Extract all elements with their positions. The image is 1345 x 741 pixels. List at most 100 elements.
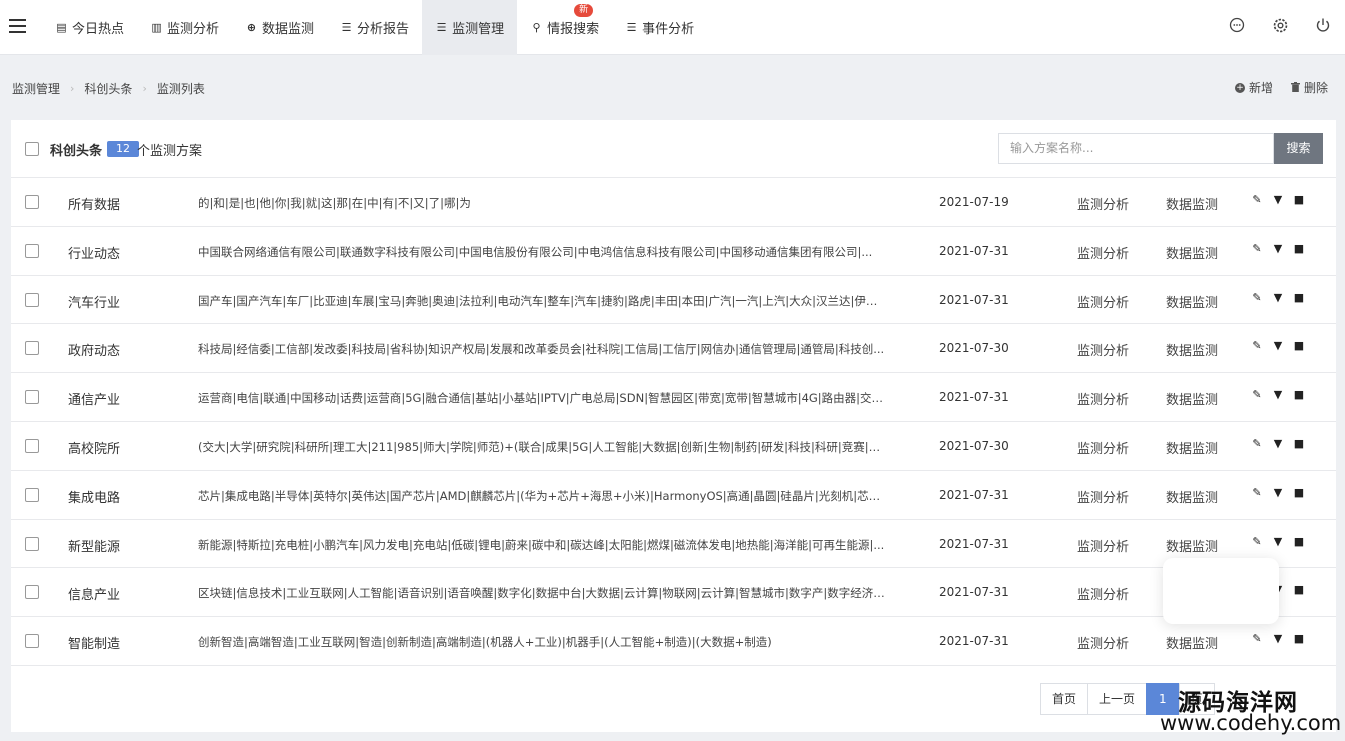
table-row: 高校院所 (交大|大学|研究院|科研所|理工大|211|985|师大|学院|师范)… [11, 422, 1336, 471]
row-checkbox[interactable] [25, 634, 39, 649]
edit-icon[interactable]: ✎ [1251, 632, 1263, 646]
trash-icon[interactable]: ■ [1293, 632, 1305, 646]
table-row: 集成电路 芯片|集成电路|半导体|英特尔|英伟达|国产芯片|AMD|麒麟芯片|(华… [11, 471, 1336, 520]
plan-date: 2021-07-30 [939, 341, 1009, 356]
delete-button[interactable]: 删除 [1290, 79, 1328, 96]
prev-page-button[interactable]: 上一页 [1087, 683, 1148, 715]
data-monitor-link[interactable]: 数据监测 [1166, 487, 1218, 506]
filter-icon[interactable]: ▼ [1272, 193, 1284, 207]
edit-icon[interactable]: ✎ [1251, 437, 1263, 451]
trash-icon[interactable]: ■ [1293, 193, 1305, 207]
data-monitor-link[interactable]: 数据监测 [1166, 633, 1218, 652]
data-monitor-link[interactable]: 数据监测 [1166, 292, 1218, 311]
plan-name: 行业动态 [68, 246, 121, 262]
nav-item-label: 分析报告 [357, 22, 410, 37]
nav-item-label: 监测管理 [452, 22, 505, 37]
monitor-analysis-link[interactable]: 监测分析 [1077, 292, 1129, 311]
nav-item[interactable]: ▥ 监测分析 [137, 0, 232, 55]
trash-icon[interactable]: ■ [1293, 291, 1305, 305]
nav-item[interactable]: ▤ 今日热点 [42, 0, 137, 55]
nav-item[interactable]: ⊕ 数据监测 [232, 0, 327, 55]
data-monitor-link[interactable]: 数据监测 [1166, 340, 1218, 359]
monitor-analysis-link[interactable]: 监测分析 [1077, 340, 1129, 359]
message-icon[interactable] [1227, 15, 1247, 35]
row-checkbox[interactable] [25, 487, 39, 502]
filter-icon[interactable]: ▼ [1272, 437, 1284, 451]
filter-icon[interactable]: ▼ [1272, 486, 1284, 500]
trash-icon[interactable]: ■ [1293, 242, 1305, 256]
edit-icon[interactable]: ✎ [1251, 339, 1263, 353]
monitor-list-panel: 科创头条 12 个监测方案 输入方案名称... 搜索 所有数据 的|和|是|也|他… [11, 120, 1336, 732]
trash-icon[interactable]: ■ [1293, 339, 1305, 353]
plan-keywords: 新能源|特斯拉|充电桩|小鹏汽车|风力发电|充电站|低碳|锂电|蔚来|碳中和|碳… [198, 537, 885, 552]
row-checkbox[interactable] [25, 243, 39, 258]
breadcrumb-item[interactable]: 科创头条 [84, 80, 132, 97]
data-monitor-link[interactable]: 数据监测 [1166, 243, 1218, 262]
first-page-button[interactable]: 首页 [1040, 683, 1089, 715]
search-input[interactable]: 输入方案名称... [998, 133, 1274, 164]
monitor-analysis-link[interactable]: 监测分析 [1077, 194, 1129, 213]
row-checkbox[interactable] [25, 341, 39, 356]
plan-name: 所有数据 [68, 198, 121, 213]
monitor-analysis-link[interactable]: 监测分析 [1077, 584, 1129, 603]
monitor-analysis-link[interactable]: 监测分析 [1077, 389, 1129, 408]
plan-date: 2021-07-31 [939, 243, 1009, 258]
edit-icon[interactable]: ✎ [1251, 486, 1263, 500]
add-button-label: 新增 [1248, 81, 1273, 95]
row-checkbox[interactable] [25, 536, 39, 551]
filter-icon[interactable]: ▼ [1272, 388, 1284, 402]
filter-icon[interactable]: ▼ [1272, 242, 1284, 256]
row-checkbox[interactable] [25, 292, 39, 307]
row-checkbox[interactable] [25, 195, 39, 209]
plan-keywords: 芯片|集成电路|半导体|英特尔|英伟达|国产芯片|AMD|麒麟芯片|(华为+芯片… [198, 488, 888, 503]
nav-item[interactable]: ☰ 事件分析 [612, 0, 707, 55]
monitor-analysis-link[interactable]: 监测分析 [1077, 438, 1129, 457]
plan-keywords: 中国联合网络通信有限公司|联通数字科技有限公司|中国电信股份有限公司|中电鸿信信… [198, 244, 873, 259]
nav-item[interactable]: ☰ 分析报告 [327, 0, 422, 55]
edit-icon[interactable]: ✎ [1251, 193, 1263, 207]
trash-icon[interactable]: ■ [1293, 486, 1305, 500]
breadcrumb-item: 监测列表 [156, 82, 205, 96]
new-badge: 新 [574, 4, 594, 17]
watermark-url: www.codehy.com [1160, 711, 1342, 735]
row-checkbox[interactable] [25, 585, 39, 600]
row-actions: ✎ ▼ ■ [1251, 242, 1305, 256]
count-label: 个监测方案 [137, 144, 203, 159]
nav-item[interactable]: ☰ 监测管理 [422, 0, 518, 55]
filter-icon[interactable]: ▼ [1272, 291, 1284, 305]
data-monitor-link[interactable]: 数据监测 [1166, 194, 1218, 213]
trash-icon[interactable]: ■ [1293, 388, 1305, 402]
add-button[interactable]: + 新增 [1234, 79, 1273, 96]
edit-icon[interactable]: ✎ [1251, 535, 1263, 549]
gear-icon[interactable] [1270, 15, 1290, 35]
select-all-checkbox[interactable] [25, 142, 39, 156]
row-checkbox[interactable] [25, 390, 39, 405]
data-monitor-link[interactable]: 数据监测 [1166, 536, 1218, 555]
trash-icon[interactable]: ■ [1293, 583, 1305, 597]
filter-icon[interactable]: ▼ [1272, 632, 1284, 646]
plan-date: 2021-07-31 [939, 390, 1009, 405]
row-checkbox[interactable] [25, 438, 39, 453]
trash-icon[interactable]: ■ [1293, 535, 1305, 549]
monitor-analysis-link[interactable]: 监测分析 [1077, 487, 1129, 506]
nav-item[interactable]: ⚲ 情报搜索 新 [517, 0, 612, 55]
data-monitor-link[interactable]: 数据监测 [1166, 389, 1218, 408]
edit-icon[interactable]: ✎ [1251, 242, 1263, 256]
breadcrumb-item[interactable]: 监测管理 [12, 80, 60, 97]
edit-icon[interactable]: ✎ [1251, 388, 1263, 402]
filter-icon[interactable]: ▼ [1272, 535, 1284, 549]
plan-keywords: 的|和|是|也|他|你|我|就|这|那|在|中|有|不|又|了|哪|为 [198, 196, 471, 210]
filter-icon[interactable]: ▼ [1272, 339, 1284, 353]
monitor-analysis-link[interactable]: 监测分析 [1077, 243, 1129, 262]
search-button[interactable]: 搜索 [1274, 133, 1323, 164]
monitor-analysis-link[interactable]: 监测分析 [1077, 633, 1129, 652]
top-right-tools [1227, 15, 1333, 35]
plan-date: 2021-07-31 [939, 292, 1009, 307]
data-monitor-link[interactable]: 数据监测 [1166, 438, 1218, 457]
trash-icon[interactable]: ■ [1293, 437, 1305, 451]
menu-toggle-icon[interactable] [9, 19, 26, 33]
monitor-analysis-link[interactable]: 监测分析 [1077, 536, 1129, 555]
table-row: 汽车行业 国产车|国产汽车|车厂|比亚迪|车展|宝马|奔驰|奥迪|法拉利|电动汽车… [11, 276, 1336, 325]
power-icon[interactable] [1313, 15, 1333, 35]
edit-icon[interactable]: ✎ [1251, 291, 1263, 305]
